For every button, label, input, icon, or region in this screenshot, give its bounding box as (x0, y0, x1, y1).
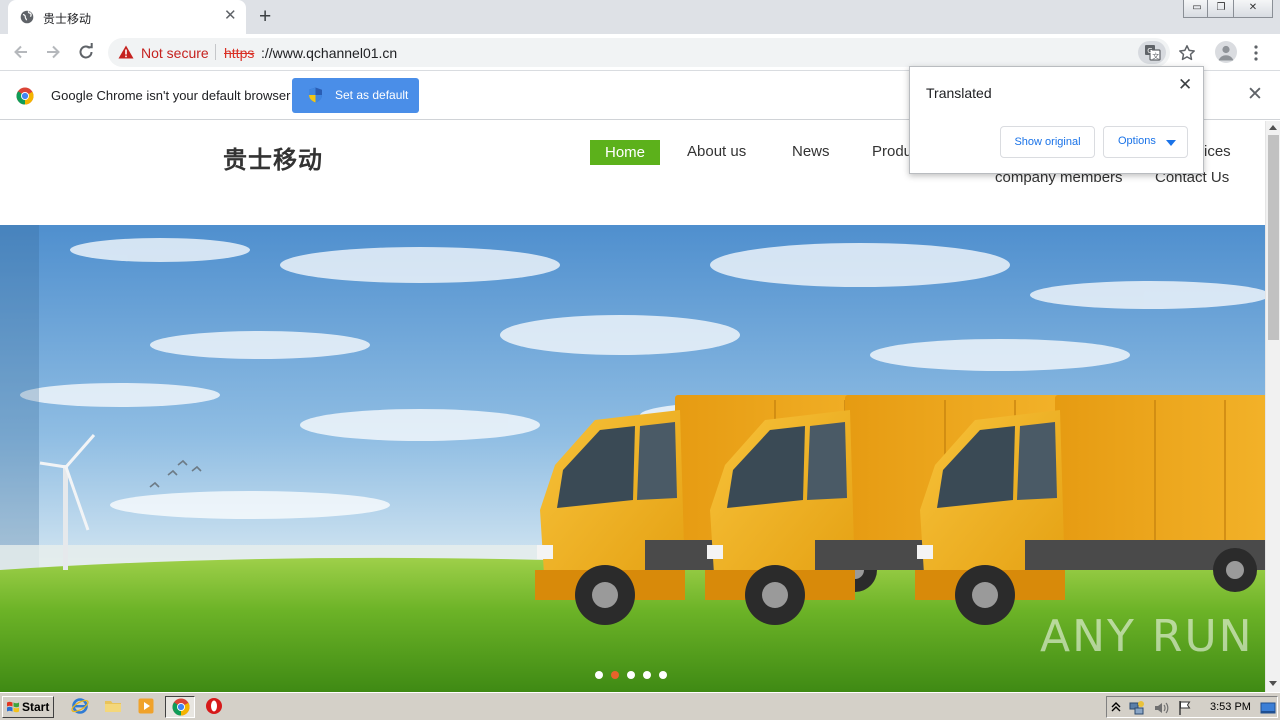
security-status[interactable]: Not secure (141, 45, 209, 61)
person-icon (1218, 45, 1234, 61)
back-arrow-icon[interactable] (11, 42, 31, 62)
chrome-icon (172, 698, 190, 716)
carousel-dot-4[interactable] (643, 671, 651, 679)
show-original-button[interactable]: Show original (1000, 126, 1095, 158)
nav-products[interactable]: Produ (872, 143, 912, 160)
globe-icon (20, 10, 34, 24)
omnibox-divider (215, 44, 216, 60)
url-host: ://www.qchannel01.cn (261, 45, 398, 61)
scroll-up-arrow-icon[interactable] (1269, 125, 1277, 130)
translate-icon: G 文 (1145, 45, 1161, 61)
nav-services[interactable]: ices (1204, 143, 1231, 160)
translate-bubble-close-icon[interactable]: ✕ (1178, 75, 1192, 95)
new-tab-button[interactable]: + (259, 6, 271, 27)
page-scrollbar[interactable] (1265, 121, 1280, 692)
translate-page-button[interactable]: G 文 (1138, 41, 1166, 64)
window-close-button[interactable]: ✕ (1233, 0, 1273, 18)
address-bar[interactable]: Not secure https ://www.qchannel01.cn G … (108, 38, 1195, 67)
start-button[interactable]: Start (2, 696, 54, 718)
nav-home[interactable]: Home (590, 140, 660, 165)
start-label: Start (22, 700, 50, 714)
svg-text:文: 文 (1152, 51, 1159, 60)
scrollbar-thumb[interactable] (1268, 135, 1279, 340)
site-logo[interactable]: 贵士移动 (223, 140, 323, 175)
opera-icon[interactable] (205, 697, 223, 715)
dropdown-caret-icon (1166, 140, 1176, 146)
translate-options-label: Options (1118, 135, 1156, 147)
translate-options-button[interactable]: Options (1103, 126, 1188, 158)
media-player-icon[interactable] (137, 697, 155, 715)
tab-strip: 贵士移动 ✕ + ▭ ❐ ✕ (0, 0, 1280, 34)
chrome-logo-icon (16, 87, 34, 105)
url-scheme: https (224, 45, 255, 61)
show-desktop-icon[interactable] (1260, 700, 1276, 716)
star-icon[interactable] (1178, 44, 1196, 62)
infobar-message: Google Chrome isn't your default browser (51, 88, 291, 103)
translate-bubble: Translated ✕ Show original Options (909, 66, 1204, 174)
scroll-down-arrow-icon[interactable] (1269, 681, 1277, 686)
restore-button[interactable]: ❐ (1207, 0, 1235, 18)
volume-icon[interactable] (1153, 700, 1169, 716)
tab-close-icon[interactable]: ✕ (224, 8, 237, 24)
show-hidden-icons-icon[interactable] (1111, 701, 1121, 713)
network-icon[interactable] (1129, 700, 1145, 716)
windows-taskbar: Start 3:53 PM (0, 692, 1280, 720)
nav-about[interactable]: About us (687, 143, 746, 160)
system-tray: 3:53 PM (1106, 696, 1278, 718)
reload-icon[interactable] (76, 42, 96, 62)
carousel-dot-1[interactable] (595, 671, 603, 679)
page-content: 贵士移动 Home About us News Produ ices compa… (0, 121, 1265, 692)
clock[interactable]: 3:53 PM (1210, 701, 1251, 713)
browser-tab[interactable]: 贵士移动 ✕ (8, 0, 246, 34)
infobar-close-icon[interactable]: ✕ (1247, 85, 1263, 104)
more-vertical-icon[interactable] (1252, 44, 1260, 62)
forward-arrow-icon[interactable] (43, 42, 63, 62)
profile-avatar-icon[interactable] (1215, 41, 1237, 63)
internet-explorer-icon[interactable] (71, 697, 89, 715)
action-center-flag-icon[interactable] (1177, 700, 1193, 716)
warning-triangle-icon (118, 45, 134, 59)
tab-title: 贵士移动 (43, 12, 92, 26)
carousel-dot-2[interactable] (611, 671, 619, 679)
taskbar-chrome-button[interactable] (165, 696, 195, 718)
set-as-default-button[interactable]: Set as default (292, 78, 419, 113)
translate-bubble-title: Translated (926, 85, 992, 101)
carousel-dot-5[interactable] (659, 671, 667, 679)
folder-icon[interactable] (104, 697, 122, 715)
set-as-default-label: Set as default (335, 88, 409, 102)
windows-logo-icon (7, 701, 19, 713)
anyrun-watermark: ANY RUN (1040, 611, 1254, 662)
carousel-dot-3[interactable] (627, 671, 635, 679)
uac-shield-icon (309, 87, 322, 103)
nav-news[interactable]: News (792, 143, 830, 160)
